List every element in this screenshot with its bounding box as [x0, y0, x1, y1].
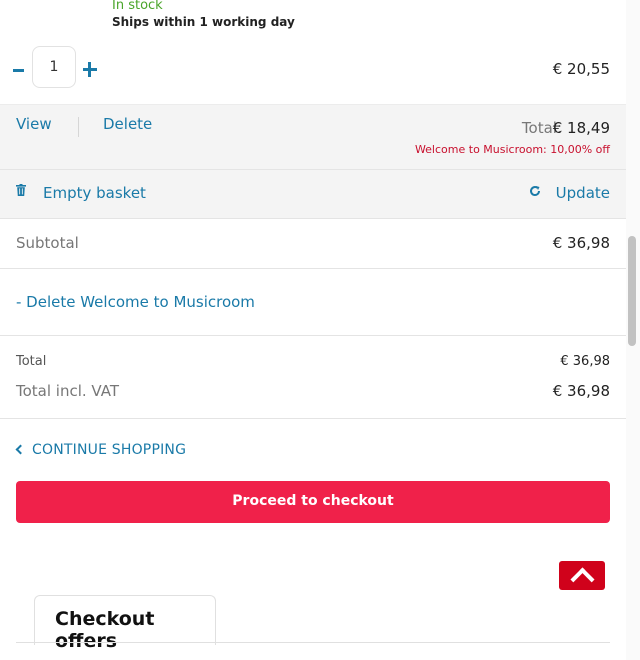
trash-icon[interactable] [16, 184, 26, 196]
total-incl-vat-value: € 36,98 [552, 382, 610, 400]
total-value: € 36,98 [560, 354, 610, 369]
discount-note: Welcome to Musicroom: 10,00% off [414, 143, 610, 156]
total-incl-vat-label: Total incl. VAT [16, 382, 119, 400]
item-total-value: € 18,49 [552, 119, 610, 137]
tab-checkout-offers[interactable]: Checkout offers [34, 595, 216, 652]
subtotal-label: Subtotal [16, 234, 79, 252]
basket-page: In stock Ships within 1 working day 1 € … [0, 0, 626, 660]
item-actions-row: View Delete Total: € 18,49 Welcome to Mu… [0, 104, 626, 169]
checkout-offers-title: Checkout offers [55, 608, 155, 652]
basket-actions-row: Empty basket Update [0, 169, 626, 219]
delete-link[interactable]: Delete [103, 115, 152, 133]
subtotal-value: € 36,98 [552, 234, 610, 252]
divider [78, 117, 79, 137]
continue-shopping-label: CONTINUE SHOPPING [32, 442, 187, 458]
total-label: Total [16, 354, 47, 369]
chevron-up-icon [570, 567, 595, 592]
refresh-icon[interactable] [529, 185, 541, 197]
update-basket-link[interactable]: Update [556, 184, 610, 202]
divider [16, 642, 610, 643]
scrollbar-thumb[interactable] [628, 236, 636, 346]
coupon-row: - Delete Welcome to Musicroom [0, 269, 626, 336]
vertical-scrollbar[interactable] [626, 0, 640, 660]
scroll-to-top-button[interactable] [559, 561, 605, 592]
empty-basket-link[interactable]: Empty basket [43, 184, 146, 202]
subtotal-row: Subtotal € 36,98 [0, 218, 626, 269]
line-price: € 20,55 [552, 60, 610, 78]
shipping-info: Ships within 1 working day [112, 15, 295, 29]
view-link[interactable]: View [16, 115, 52, 133]
quantity-decrease-button[interactable] [12, 58, 26, 78]
totals-block: Total € 36,98 Total incl. VAT € 36,98 [0, 336, 626, 419]
proceed-to-checkout-button[interactable]: Proceed to checkout [16, 481, 610, 523]
chevron-left-icon [15, 444, 26, 455]
stock-status: In stock [112, 0, 163, 13]
quantity-increase-button[interactable] [82, 58, 98, 78]
quantity-input[interactable]: 1 [32, 46, 76, 88]
delete-coupon-link[interactable]: - Delete Welcome to Musicroom [16, 293, 255, 311]
